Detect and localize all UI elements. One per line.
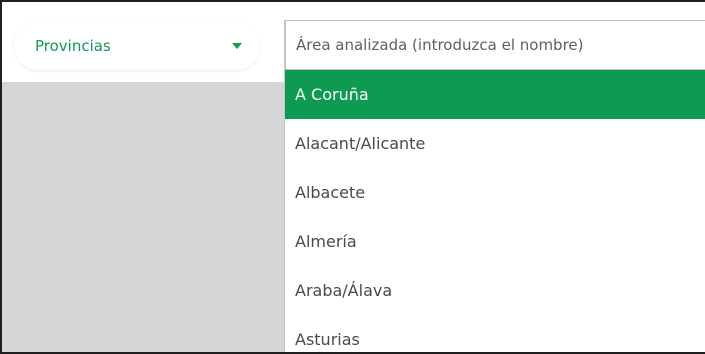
area-option-almeria[interactable]: Almería [285, 217, 705, 266]
area-option-albacete[interactable]: Albacete [285, 168, 705, 217]
area-option-alava[interactable]: Araba/Álava [285, 266, 705, 315]
area-search-input[interactable] [285, 20, 705, 70]
left-panel: Provincias [2, 2, 285, 352]
area-option-asturias[interactable]: Asturias [285, 315, 705, 352]
province-type-select[interactable]: Provincias [14, 22, 260, 70]
province-type-label: Provincias [35, 37, 111, 55]
area-option-list: A Coruña Alacant/Alicante Albacete Almer… [285, 70, 705, 352]
caret-down-icon [232, 43, 242, 49]
area-option-a-coruna[interactable]: A Coruña [285, 70, 705, 119]
screen-frame: Provincias A Coruña Alacant/Alicante Alb… [0, 0, 705, 354]
left-panel-header: Provincias [2, 2, 285, 82]
area-dropdown: A Coruña Alacant/Alicante Albacete Almer… [284, 20, 705, 352]
area-option-alicante[interactable]: Alacant/Alicante [285, 119, 705, 168]
